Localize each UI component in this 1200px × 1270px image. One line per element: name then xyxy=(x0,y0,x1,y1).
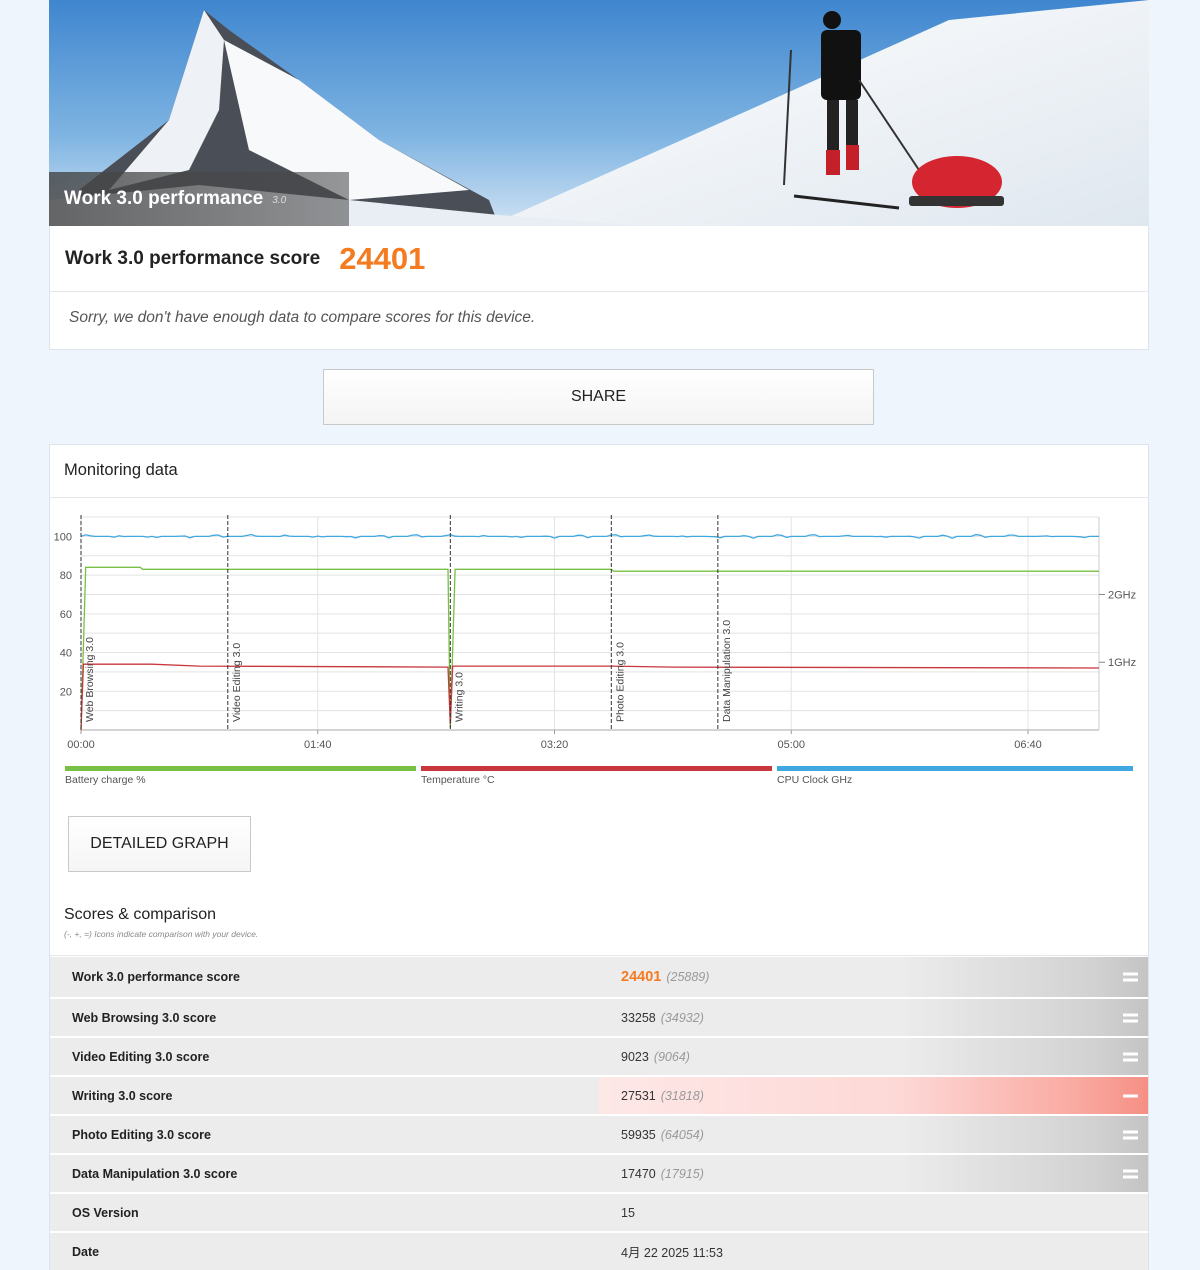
row-value: 9023 xyxy=(621,1049,649,1064)
monitoring-title: Monitoring data xyxy=(50,445,1148,498)
row-compare: (34932) xyxy=(660,1010,704,1025)
row-value: 27531 xyxy=(621,1088,656,1103)
equal-icon xyxy=(1123,1012,1138,1023)
y-tick-label: 80 xyxy=(60,570,72,582)
equal-icon xyxy=(1123,1129,1138,1140)
test-marker-label: Writing 3.0 xyxy=(453,672,465,722)
row-label: Work 3.0 performance score xyxy=(50,957,599,997)
equal-icon xyxy=(1123,1051,1138,1062)
y-tick-label: 20 xyxy=(60,686,72,698)
row-value-cell: 9023 (9064) xyxy=(599,1038,1148,1075)
legend-temperature-label: Temperature °C xyxy=(421,774,495,786)
y-tick-label: 100 xyxy=(54,531,72,543)
share-button[interactable]: SHARE xyxy=(323,369,874,425)
row-compare: (31818) xyxy=(660,1088,704,1103)
detailed-graph-button[interactable]: DETAILED GRAPH xyxy=(68,816,251,872)
row-compare: (64054) xyxy=(660,1127,704,1142)
legend-cpu-label: CPU Clock GHz xyxy=(777,774,853,786)
y-tick-label: 60 xyxy=(60,609,72,621)
row-value-cell: 59935 (64054) xyxy=(599,1116,1148,1153)
legend-cpu-swatch xyxy=(777,766,1133,771)
monitoring-chart: 00:00 01:40 03:20 05:00 06:40 100 80 60 40 20 2GHz… xyxy=(54,515,1136,751)
scores-subtitle: (-, +, =) Icons indicate comparison with… xyxy=(64,929,259,939)
y-right-tick-label: 1GHz xyxy=(1108,657,1136,669)
table-row: Web Browsing 3.0 score 33258 (34932) xyxy=(50,999,1148,1038)
row-value: 4月 22 2025 11:53 xyxy=(621,1246,723,1260)
table-row: Video Editing 3.0 score 9023 (9064) xyxy=(50,1038,1148,1077)
row-value: 33258 xyxy=(621,1010,656,1025)
row-label: Web Browsing 3.0 score xyxy=(50,999,599,1036)
equal-icon xyxy=(1123,972,1138,983)
hero-version: 3.0 xyxy=(272,195,287,206)
table-row: OS Version 15 xyxy=(50,1194,1148,1233)
row-value-cell: 27531 (31818) xyxy=(599,1077,1148,1114)
row-value-cell: 24401 (25889) xyxy=(599,957,1148,997)
table-row: Writing 3.0 score 27531 (31818) xyxy=(50,1077,1148,1116)
row-value: 17470 xyxy=(621,1166,656,1181)
row-label: Video Editing 3.0 score xyxy=(50,1038,599,1075)
x-tick-label: 05:00 xyxy=(777,739,805,751)
table-row: Data Manipulation 3.0 score 17470 (17915… xyxy=(50,1155,1148,1194)
row-compare: (17915) xyxy=(660,1166,704,1181)
test-marker-label: Data Manipulation 3.0 xyxy=(721,620,733,722)
row-value: 59935 xyxy=(621,1127,656,1142)
hero-title-bar: Work 3.0 performance 3.0 xyxy=(49,172,349,226)
x-tick-label: 01:40 xyxy=(304,739,332,751)
row-compare: (9064) xyxy=(653,1049,690,1064)
x-tick-label: 06:40 xyxy=(1014,739,1042,751)
legend-battery-swatch xyxy=(65,766,416,771)
y-tick-label: 40 xyxy=(60,648,72,660)
legend-battery: Battery charge % xyxy=(65,766,416,786)
hero-title: Work 3.0 performance xyxy=(64,188,264,209)
scores-table: Work 3.0 performance score 24401 (25889)… xyxy=(50,957,1148,1270)
table-row: Date 4月 22 2025 11:53 xyxy=(50,1233,1148,1270)
row-label: Writing 3.0 score xyxy=(50,1077,599,1114)
row-value-cell: 33258 (34932) xyxy=(599,999,1148,1036)
divider xyxy=(50,955,1148,956)
legend-battery-label: Battery charge % xyxy=(65,774,146,786)
row-value-cell: 4月 22 2025 11:53 xyxy=(599,1233,1148,1270)
test-marker-label: Photo Editing 3.0 xyxy=(614,642,626,722)
legend-temperature: Temperature °C xyxy=(421,766,772,786)
hero-banner: Work 3.0 performance 3.0 xyxy=(49,0,1149,226)
row-value-cell: 15 xyxy=(599,1194,1148,1231)
score-label: Work 3.0 performance score xyxy=(65,247,321,269)
row-label: Photo Editing 3.0 score xyxy=(50,1116,599,1153)
row-value: 15 xyxy=(621,1205,635,1220)
score-card: Work 3.0 performance score 24401 Sorry, … xyxy=(49,226,1149,350)
table-row: Photo Editing 3.0 score 59935 (64054) xyxy=(50,1116,1148,1155)
monitoring-card: Monitoring data 00:00 01:40 03:20 05:00 06:4… xyxy=(49,444,1149,1270)
test-marker-label: Web Browsing 3.0 xyxy=(84,637,96,722)
row-value: 24401 xyxy=(621,969,662,985)
table-row: Work 3.0 performance score 24401 (25889) xyxy=(50,957,1148,999)
row-label: Data Manipulation 3.0 score xyxy=(50,1155,599,1192)
row-value-cell: 17470 (17915) xyxy=(599,1155,1148,1192)
y-right-tick-label: 2GHz xyxy=(1108,589,1136,601)
legend-temperature-swatch xyxy=(421,766,772,771)
compare-note: Sorry, we don't have enough data to comp… xyxy=(69,309,536,326)
x-tick-label: 03:20 xyxy=(541,739,569,751)
minus-icon xyxy=(1123,1094,1138,1097)
legend-cpu: CPU Clock GHz xyxy=(777,766,1133,786)
x-tick-label: 00:00 xyxy=(67,739,95,751)
test-marker-label: Video Editing 3.0 xyxy=(231,643,243,722)
row-label: Date xyxy=(50,1233,599,1270)
row-compare: (25889) xyxy=(666,970,710,984)
scores-title: Scores & comparison xyxy=(64,906,217,923)
equal-icon xyxy=(1123,1168,1138,1179)
row-label: OS Version xyxy=(50,1194,599,1231)
score-value: 24401 xyxy=(339,240,426,276)
